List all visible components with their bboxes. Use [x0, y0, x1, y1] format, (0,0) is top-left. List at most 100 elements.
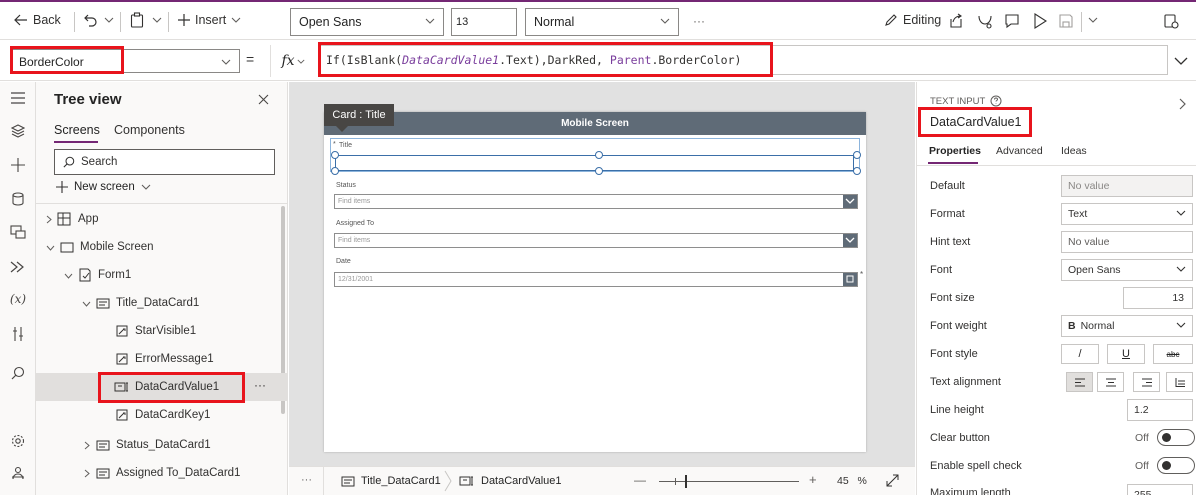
chevron-right-icon[interactable]: [1179, 98, 1186, 110]
font-weight-dropdown[interactable]: B Normal: [1061, 315, 1193, 337]
max-length-input[interactable]: 255: [1127, 484, 1193, 495]
variables-icon[interactable]: (x): [0, 292, 36, 306]
insert-plus-icon[interactable]: [0, 158, 36, 172]
settings-icon[interactable]: [0, 434, 36, 448]
advanced-tools-icon[interactable]: [0, 326, 36, 342]
card-tooltip: Card : Title: [324, 104, 394, 126]
tree-item-assigned-datacard[interactable]: Assigned To_DataCard1: [36, 459, 288, 487]
undo-chevron-icon[interactable]: [104, 17, 114, 23]
resize-handle[interactable]: [853, 167, 861, 175]
back-button[interactable]: Back: [14, 13, 61, 27]
resize-handle[interactable]: [595, 151, 603, 159]
highlight-control-name: [918, 107, 1032, 137]
tab-advanced[interactable]: Advanced: [996, 145, 1043, 157]
tree-item-label: Title_DataCard1: [116, 297, 200, 309]
default-input[interactable]: No value: [1061, 175, 1193, 197]
virtual-agent-icon[interactable]: [0, 466, 36, 480]
align-center-button[interactable]: [1097, 372, 1124, 392]
tree-item-mobile-screen[interactable]: Mobile Screen: [36, 233, 288, 261]
tree-item-starvisible[interactable]: StarVisible1: [36, 317, 288, 345]
resize-handle[interactable]: [853, 151, 861, 159]
status-combobox[interactable]: Find items: [334, 194, 858, 209]
tab-ideas[interactable]: Ideas: [1061, 145, 1087, 157]
resize-handle[interactable]: [331, 167, 339, 175]
undo-icon[interactable]: [84, 13, 98, 27]
align-left-button[interactable]: [1066, 372, 1093, 392]
zoom-slider-thumb[interactable]: [685, 475, 687, 488]
resize-handle[interactable]: [331, 151, 339, 159]
tab-screens[interactable]: Screens: [54, 123, 100, 137]
zoom-slider[interactable]: [659, 481, 799, 482]
hint-text-input[interactable]: No value: [1061, 231, 1193, 253]
fx-button[interactable]: fx: [270, 45, 315, 77]
align-right-button[interactable]: [1133, 372, 1160, 392]
prop-row-font: Font Open Sans: [917, 256, 1196, 284]
align-justify-button[interactable]: [1166, 372, 1193, 392]
insert-button[interactable]: Insert: [178, 13, 241, 27]
search-icon[interactable]: [0, 366, 36, 380]
back-label: Back: [33, 13, 61, 27]
breadcrumb-control[interactable]: DataCardValue1: [459, 475, 562, 487]
search-input[interactable]: Search: [54, 149, 275, 175]
new-screen-button[interactable]: New screen: [56, 181, 151, 193]
row-more-button[interactable]: ···: [254, 378, 266, 392]
date-picker[interactable]: 12/31/2001: [334, 272, 858, 287]
resize-handle[interactable]: [595, 167, 603, 175]
tree-item-title-datacard[interactable]: Title_DataCard1: [36, 289, 288, 317]
title-card[interactable]: * Title: [330, 138, 861, 175]
media-icon[interactable]: [0, 225, 36, 239]
expand-formula-icon[interactable]: [1174, 57, 1188, 65]
font-dropdown[interactable]: Open Sans: [1061, 259, 1193, 281]
tree-item-status-datacard[interactable]: Status_DataCard1: [36, 431, 288, 459]
breadcrumb-card[interactable]: Title_DataCard1: [341, 475, 441, 487]
save-chevron-icon[interactable]: [1088, 17, 1098, 23]
chevron-down-icon: [660, 18, 670, 24]
share-icon[interactable]: [948, 13, 964, 29]
zoom-out-button[interactable]: —: [634, 473, 646, 487]
save-icon[interactable]: [1058, 13, 1074, 29]
clear-button-toggle[interactable]: [1157, 429, 1195, 446]
italic-toggle[interactable]: /: [1061, 344, 1099, 364]
mobile-screen-preview[interactable]: Mobile Screen * Title Status Find items …: [324, 112, 866, 452]
assigned-combobox[interactable]: Find items: [334, 233, 858, 248]
font-value: Open Sans: [1068, 264, 1121, 276]
close-icon[interactable]: [258, 94, 269, 105]
layers-icon[interactable]: [0, 124, 36, 138]
comment-icon[interactable]: [1004, 13, 1020, 29]
fit-to-window-icon[interactable]: [886, 474, 899, 487]
tree-view-title: Tree view: [54, 91, 122, 108]
chevron-down-icon: [64, 273, 73, 279]
tree-item-datacardkey[interactable]: DataCardKey1: [36, 401, 288, 429]
tree-item-errormessage[interactable]: ErrorMessage1: [36, 345, 288, 373]
paste-icon[interactable]: [130, 12, 144, 28]
help-icon[interactable]: [990, 95, 1002, 107]
power-automate-icon[interactable]: [0, 260, 36, 274]
more-button[interactable]: ···: [693, 14, 705, 28]
zoom-in-button[interactable]: +: [809, 472, 817, 487]
tree-item-app[interactable]: App: [36, 205, 288, 233]
editing-button[interactable]: Editing: [884, 13, 941, 27]
tab-components[interactable]: Components: [114, 123, 185, 137]
font-size-input[interactable]: 13: [1123, 287, 1193, 309]
data-icon[interactable]: [0, 192, 36, 206]
underline-toggle[interactable]: U: [1107, 344, 1145, 364]
align-justify-icon: [1175, 377, 1185, 387]
tree-item-form1[interactable]: Form1: [36, 261, 288, 289]
screen-icon: [60, 242, 74, 253]
font-family-dropdown[interactable]: Open Sans: [290, 8, 444, 36]
app-checker-icon[interactable]: [977, 13, 993, 29]
statusbar-more-button[interactable]: ···: [301, 474, 312, 486]
strikethrough-toggle[interactable]: abc: [1153, 344, 1193, 364]
hamburger-icon[interactable]: [0, 92, 36, 104]
paste-chevron-icon[interactable]: [152, 17, 162, 23]
play-icon[interactable]: [1033, 13, 1047, 29]
tab-properties[interactable]: Properties: [929, 145, 981, 157]
new-screen-label: New screen: [74, 181, 135, 193]
prop-row-line-height: Line height 1.2: [917, 396, 1196, 424]
format-dropdown[interactable]: Text: [1061, 203, 1193, 225]
font-size-input[interactable]: 13: [451, 8, 517, 36]
font-weight-dropdown[interactable]: Normal: [525, 8, 679, 36]
publish-icon[interactable]: [1163, 13, 1179, 29]
spell-check-toggle[interactable]: [1157, 457, 1195, 474]
line-height-input[interactable]: 1.2: [1127, 399, 1193, 421]
